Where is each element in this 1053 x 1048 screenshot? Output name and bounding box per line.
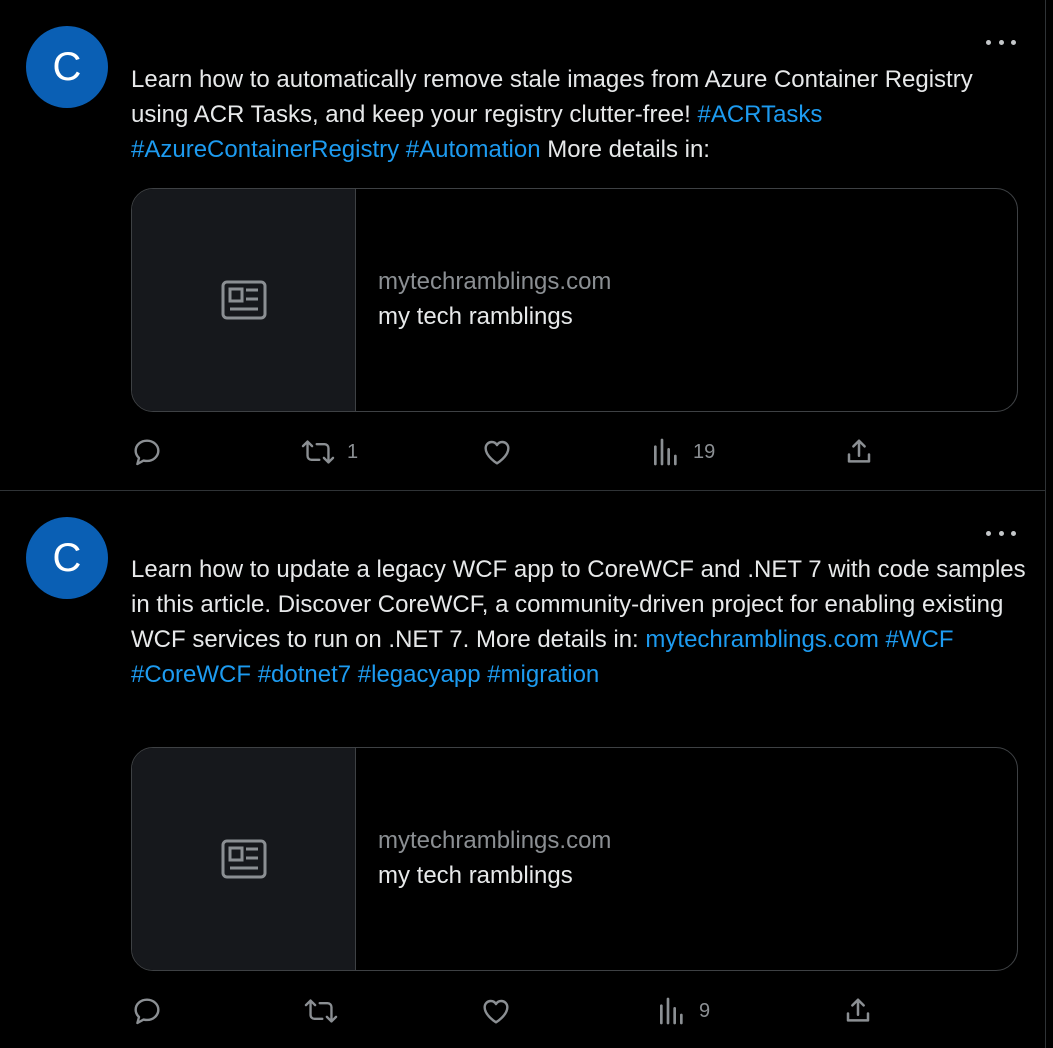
- share-icon: [847, 439, 871, 463]
- timeline-divider: [1045, 0, 1046, 1048]
- article-icon: [221, 839, 266, 879]
- share-icon: [846, 998, 870, 1022]
- card-title: my tech ramblings: [378, 303, 573, 330]
- hashtag-link[interactable]: #legacyapp: [358, 661, 481, 688]
- more-horizontal-icon: [986, 530, 991, 536]
- hashtag-link[interactable]: #ACRTasks: [697, 101, 822, 128]
- heart-icon: [483, 999, 509, 1024]
- url-link[interactable]: mytechramblings.com: [645, 626, 878, 653]
- tweet-text: Learn how to automatically remove stale …: [131, 66, 973, 163]
- like-button[interactable]: [481, 432, 525, 472]
- like-button[interactable]: [480, 991, 524, 1031]
- link-card[interactable]: mytechramblings.com my tech ramblings: [131, 188, 1018, 412]
- tweet[interactable]: C Learn how to automatically remove stal…: [0, 0, 1045, 491]
- card-title: my tech ramblings: [378, 862, 573, 889]
- more-options-button[interactable]: [986, 527, 1016, 539]
- hashtag-link[interactable]: #Automation: [406, 136, 541, 163]
- hashtag-link[interactable]: #CoreWCF: [131, 661, 251, 688]
- retweet-count: 1: [347, 440, 359, 463]
- action-bar: 1 19: [131, 432, 1011, 472]
- reply-button[interactable]: [131, 432, 175, 472]
- article-icon: [221, 280, 266, 320]
- retweet-icon: [304, 999, 338, 1023]
- card-thumbnail: [132, 189, 356, 411]
- card-domain: mytechramblings.com: [378, 827, 612, 854]
- share-button[interactable]: [844, 432, 874, 472]
- views-button[interactable]: 9: [657, 991, 710, 1031]
- views-count: 19: [693, 440, 716, 463]
- card-thumbnail: [132, 748, 356, 970]
- avatar[interactable]: C: [26, 26, 108, 108]
- views-icon: [660, 997, 683, 1025]
- hashtag-link[interactable]: #WCF: [885, 626, 953, 653]
- card-domain: mytechramblings.com: [378, 268, 612, 295]
- reply-icon: [134, 998, 160, 1025]
- views-button[interactable]: 19: [651, 432, 715, 472]
- retweet-icon: [301, 440, 335, 464]
- avatar[interactable]: C: [26, 517, 108, 599]
- link-card[interactable]: mytechramblings.com my tech ramblings: [131, 747, 1018, 971]
- views-icon: [654, 438, 677, 466]
- hashtag-link[interactable]: #dotnet7: [258, 661, 351, 688]
- more-horizontal-icon: [986, 39, 991, 45]
- tweet[interactable]: C Learn how to update a legacy WCF app t…: [0, 491, 1045, 1048]
- views-count: 9: [699, 999, 711, 1022]
- retweet-button[interactable]: 1: [301, 432, 358, 472]
- tweet-text: Learn how to update a legacy WCF app to …: [131, 556, 1026, 688]
- heart-icon: [484, 440, 510, 465]
- retweet-button[interactable]: [304, 991, 350, 1031]
- share-button[interactable]: [843, 991, 873, 1031]
- hashtag-link[interactable]: #AzureContainerRegistry: [131, 136, 399, 163]
- hashtag-link[interactable]: #migration: [487, 661, 599, 688]
- reply-icon: [134, 439, 160, 466]
- reply-button[interactable]: [131, 991, 175, 1031]
- action-bar: 9: [131, 991, 1011, 1031]
- more-options-button[interactable]: [986, 36, 1016, 48]
